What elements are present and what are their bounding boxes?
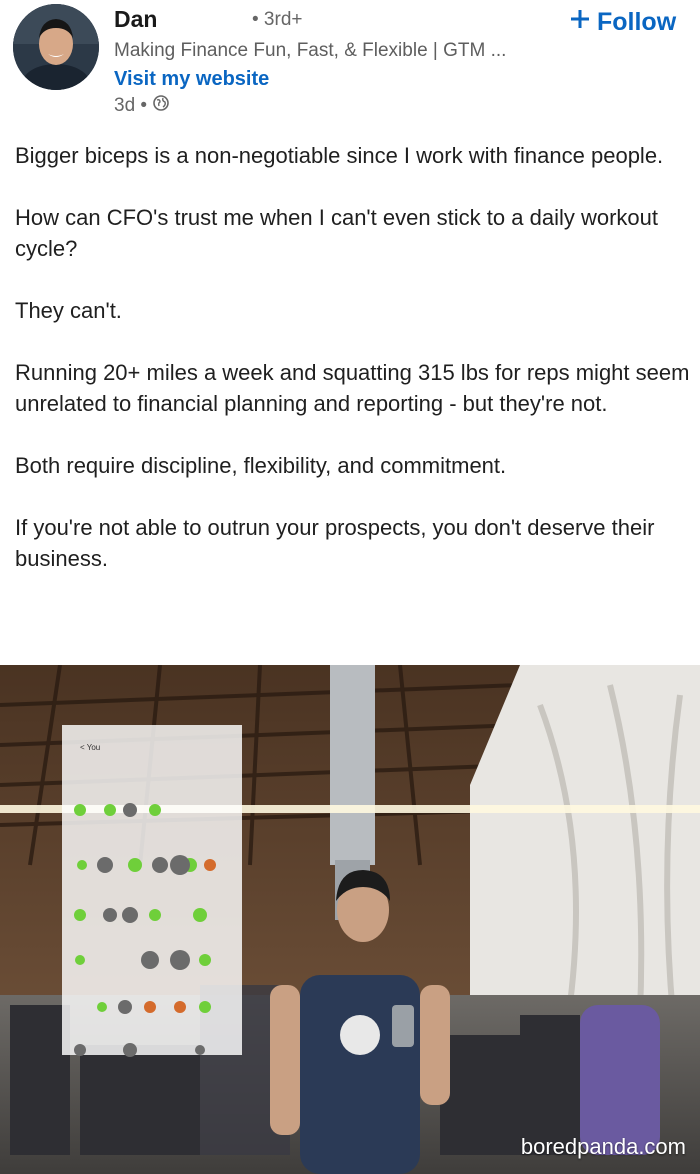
post-paragraph: Both require discipline, flexibility, an…: [15, 453, 507, 478]
post-paragraph: Bigger biceps is a non-negotiable since …: [15, 143, 664, 168]
author-headline: Making Finance Fun, Fast, & Flexible | G…: [114, 40, 507, 61]
post-body: Bigger biceps is a non-negotiable since …: [15, 140, 695, 574]
post-time: 3d •: [114, 95, 148, 116]
follow-label: Follow: [597, 8, 677, 36]
author-avatar[interactable]: [13, 4, 99, 90]
plus-icon: [569, 8, 591, 37]
author-name[interactable]: Dan: [114, 6, 157, 33]
post-paragraph: They can't.: [15, 298, 122, 323]
watermark: boredpanda.com: [520, 1134, 686, 1159]
visit-website-link[interactable]: Visit my website: [114, 68, 269, 91]
svg-text:< You: < You: [80, 743, 100, 752]
post-paragraph: If you're not able to outrun your prospe…: [15, 515, 655, 571]
post-header: Dan • 3rd+ Making Finance Fun, Fast, & F…: [0, 0, 700, 120]
post-image[interactable]: < You boredpanda.com: [0, 665, 700, 1174]
avatar-photo: [13, 4, 99, 90]
gym-photo: < You: [0, 665, 700, 1174]
follow-button[interactable]: Follow: [569, 8, 676, 37]
connection-degree: • 3rd+: [252, 9, 303, 30]
post-meta: 3d •: [114, 95, 169, 117]
post-paragraph: How can CFO's trust me when I can't even…: [15, 205, 658, 261]
post-paragraph: Running 20+ miles a week and squatting 3…: [15, 360, 690, 416]
globe-icon: [153, 95, 169, 117]
